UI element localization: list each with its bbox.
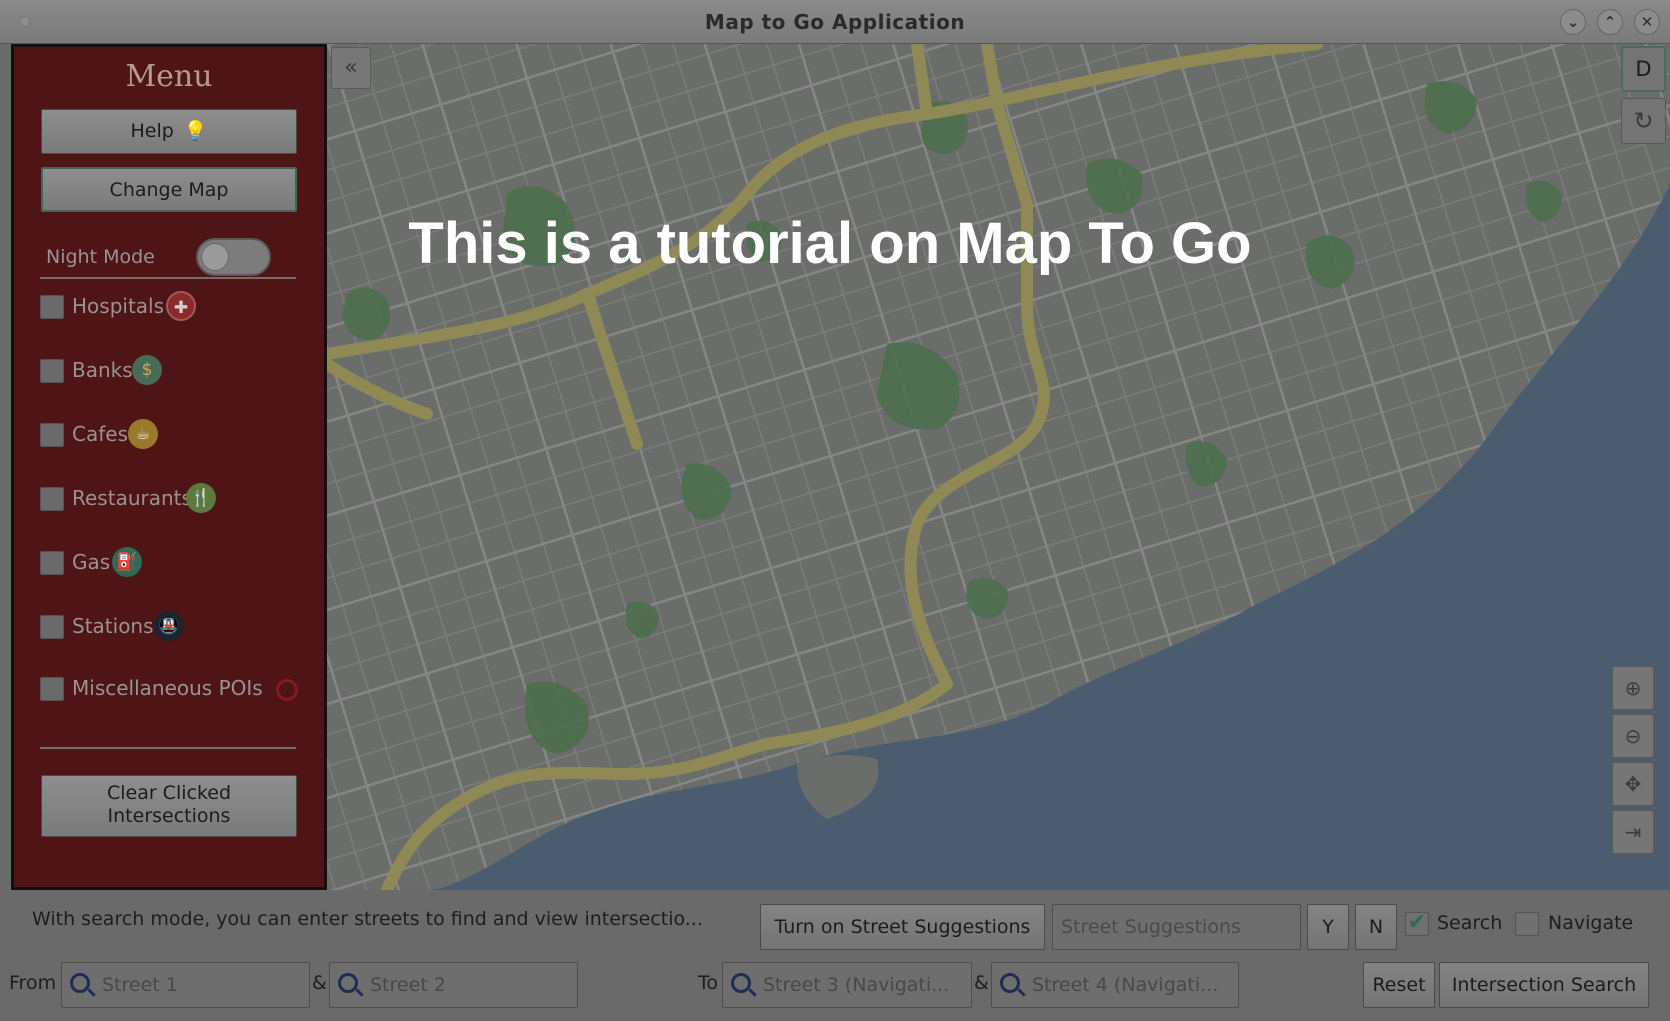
poi-label: Restaurants (72, 486, 192, 510)
search-checkbox[interactable]: ✔ (1405, 912, 1429, 936)
reset-button[interactable]: Reset (1363, 962, 1435, 1008)
skip-right-icon: ⇥ (1624, 820, 1642, 844)
street1-input[interactable] (102, 963, 303, 1007)
poi-label: Cafes (72, 422, 128, 446)
ampersand-label: & (312, 972, 327, 994)
night-mode-toggle[interactable] (196, 238, 271, 276)
street2-field[interactable] (329, 962, 578, 1008)
street4-field[interactable] (991, 962, 1239, 1008)
instruction-text: With search mode, you can enter streets … (32, 908, 703, 930)
clear-intersections-button[interactable]: Clear Clicked Intersections (41, 775, 297, 837)
collapse-menu-button[interactable]: « (331, 47, 371, 89)
change-map-button[interactable]: Change Map (41, 167, 297, 212)
poi-label: Stations (72, 614, 154, 638)
window-title: Map to Go Application (704, 10, 966, 34)
move-arrows-icon: ✥ (1624, 772, 1642, 796)
street2-input[interactable] (370, 963, 571, 1007)
help-button[interactable]: Help 💡 (41, 109, 297, 154)
bottom-toolbar: With search mode, you can enter streets … (0, 890, 1670, 1021)
search-icon (731, 973, 751, 993)
d-button[interactable]: D (1621, 46, 1666, 92)
cafe-icon: ☕ (128, 419, 158, 449)
restaurants-checkbox[interactable] (40, 487, 64, 511)
lightbulb-icon: 💡 (183, 120, 208, 142)
to-label: To (698, 972, 719, 994)
title-bar: Map to Go Application ⌄ ⌃ ✕ (0, 0, 1670, 44)
clear-label-line2: Intersections (107, 805, 231, 827)
hospitals-checkbox[interactable] (40, 295, 64, 319)
close-icon: ✕ (1640, 13, 1654, 31)
gas-checkbox[interactable] (40, 551, 64, 575)
chevron-down-icon: ⌄ (1566, 13, 1580, 31)
misc-poi-icon (276, 679, 298, 701)
double-chevron-left-icon: « (344, 55, 358, 80)
street3-field[interactable] (722, 962, 972, 1008)
help-label: Help (130, 120, 174, 142)
chevron-up-icon: ⌃ (1603, 13, 1617, 31)
app-window: Map to Go Application ⌄ ⌃ ✕ This is a tu… (0, 0, 1670, 1021)
side-menu: Menu Help 💡 Change Map Night Mode Hospit… (11, 44, 327, 890)
no-button[interactable]: N (1355, 904, 1397, 950)
hospital-icon: ✚ (166, 291, 196, 321)
refresh-button[interactable]: ↻ (1621, 98, 1666, 144)
menu-title: Menu (125, 59, 213, 94)
navigate-checkbox[interactable] (1515, 912, 1539, 936)
street3-input[interactable] (763, 963, 965, 1007)
street-suggestions-toggle-button[interactable]: Turn on Street Suggestions (760, 904, 1045, 950)
proceed-button[interactable]: ⇥ (1612, 810, 1654, 854)
cafes-checkbox[interactable] (40, 423, 64, 447)
minimize-button[interactable]: ⌄ (1560, 9, 1586, 35)
map-canvas[interactable] (327, 44, 1670, 890)
menu-divider (40, 277, 296, 279)
intersection-search-button[interactable]: Intersection Search (1439, 962, 1649, 1008)
poi-label: Miscellaneous POIs (72, 676, 263, 700)
stations-checkbox[interactable] (40, 615, 64, 639)
gas-icon: ⛽ (112, 547, 142, 577)
toggle-knob (201, 243, 229, 271)
zoom-fit-button[interactable]: ✥ (1612, 762, 1654, 806)
yes-button[interactable]: Y (1307, 904, 1349, 950)
search-icon (70, 973, 90, 993)
station-icon: 🚇 (154, 611, 184, 641)
street1-field[interactable] (61, 962, 310, 1008)
maximize-button[interactable]: ⌃ (1597, 9, 1623, 35)
zoom-in-icon: ⊕ (1624, 676, 1642, 700)
refresh-icon: ↻ (1633, 107, 1654, 135)
poi-label: Gas (72, 550, 111, 574)
zoom-out-button[interactable]: ⊖ (1612, 714, 1654, 758)
ampersand-label: & (974, 972, 989, 994)
map-graphic (327, 44, 1670, 890)
search-mode-label: Search (1437, 912, 1503, 934)
search-icon (1000, 973, 1020, 993)
misc-pois-checkbox[interactable] (40, 677, 64, 701)
poi-label: Hospitals (72, 294, 165, 318)
close-button[interactable]: ✕ (1634, 9, 1660, 35)
night-mode-label: Night Mode (46, 246, 155, 268)
clear-label-line1: Clear Clicked (106, 782, 232, 804)
zoom-out-icon: ⊖ (1624, 724, 1642, 748)
banks-checkbox[interactable] (40, 359, 64, 383)
poi-label: Banks (72, 358, 133, 382)
from-label: From (9, 972, 57, 994)
street4-input[interactable] (1032, 963, 1232, 1007)
street-suggestions-input[interactable] (1061, 905, 1291, 949)
restaurant-icon: 🍴 (186, 483, 216, 513)
navigate-mode-label: Navigate (1548, 912, 1634, 934)
street-suggestions-field[interactable] (1052, 904, 1301, 950)
menu-divider (40, 747, 296, 749)
zoom-in-button[interactable]: ⊕ (1612, 666, 1654, 710)
search-icon (338, 973, 358, 993)
bank-icon: $ (132, 355, 162, 385)
